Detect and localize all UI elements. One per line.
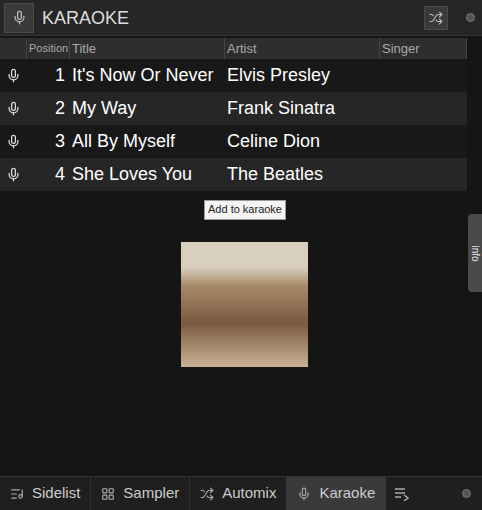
artist-cell: Celine Dion [225,128,380,155]
title-cell: All By Myself [70,128,225,155]
title-cell: My Way [70,95,225,122]
tab[interactable]: Sidelist [0,477,91,510]
table: PositionTitleArtistSinger1It's Now Or Ne… [0,38,467,191]
position-cell: 2 [27,95,70,122]
column-header[interactable]: Singer [380,38,467,59]
artist-cell: Frank Sinatra [225,95,380,122]
grid-icon [101,487,115,501]
position-cell: 4 [27,161,70,188]
table-header: PositionTitleArtistSinger [0,38,467,59]
title-cell: She Loves You [70,161,225,188]
options-dot[interactable] [458,486,474,502]
microphone-icon [297,487,311,501]
column-header[interactable]: Artist [225,38,380,59]
karaoke-panel: KARAOKEPositionTitleArtistSinger1It's No… [0,0,482,510]
column-header[interactable]: Title [70,38,225,59]
table-row[interactable]: 1It's Now Or NeverElvis Presley [0,59,467,92]
tab-bar: SidelistSamplerAutomixKaraoke [0,476,482,510]
microphone-icon [6,167,21,182]
table-row[interactable]: 2My WayFrank Sinatra [0,92,467,125]
column-header[interactable]: Position [27,38,70,59]
tab[interactable]: Sampler [91,477,190,510]
shuffle-icon [429,11,443,25]
shuffle-icon [200,487,214,501]
microphone-icon [6,101,21,116]
tab[interactable]: Karaoke [287,477,386,510]
artist-cell: Elvis Presley [225,62,380,89]
tooltip: Add to karaoke [204,200,286,220]
options-dot[interactable] [462,10,478,26]
position-cell: 3 [27,128,70,155]
microphone-icon [12,10,27,25]
send-list-icon[interactable] [394,487,410,501]
list-icon [10,487,24,501]
table-row[interactable]: 3All By MyselfCeline Dion [0,125,467,158]
album-cover[interactable] [181,242,308,367]
info-tab[interactable]: info [468,214,482,292]
artist-cell: The Beatles [225,161,380,188]
table-row[interactable]: 4She Loves YouThe Beatles [0,158,467,191]
tab[interactable]: Automix [190,477,287,510]
panel-title: KARAOKE [42,9,129,27]
shuffle-button[interactable] [424,6,448,30]
position-cell: 1 [27,62,70,89]
content: PositionTitleArtistSinger1It's Now Or Ne… [0,36,482,476]
title-cell: It's Now Or Never [70,62,225,89]
title-bar: KARAOKE [0,0,482,36]
microphone-icon [6,68,21,83]
karaoke-button[interactable] [4,3,34,33]
microphone-icon [6,134,21,149]
